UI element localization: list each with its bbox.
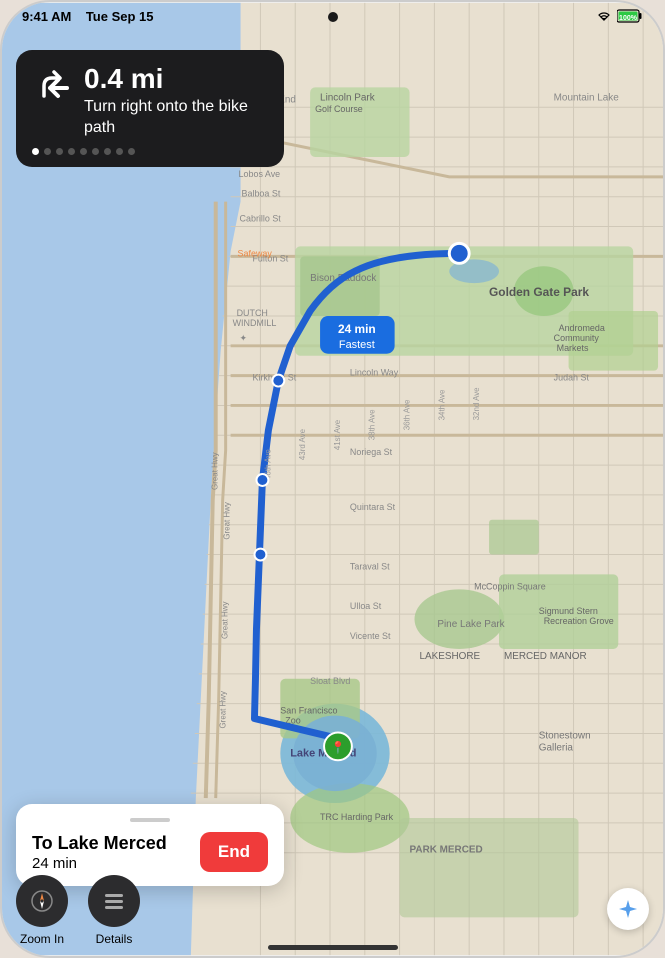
- svg-text:38th Ave: 38th Ave: [368, 409, 377, 440]
- svg-text:TRC Harding Park: TRC Harding Park: [320, 812, 394, 822]
- svg-text:Golden Gate Park: Golden Gate Park: [489, 285, 589, 299]
- destination-time: 24 min: [32, 855, 188, 872]
- bottom-handle: [130, 818, 170, 822]
- details-circle: [88, 875, 140, 927]
- navigation-card[interactable]: 0.4 mi Turn right onto the bike path: [16, 50, 284, 167]
- destination-info: To Lake Merced 24 min: [32, 833, 188, 872]
- svg-text:Andromeda: Andromeda: [559, 323, 605, 333]
- destination-row: To Lake Merced 24 min End: [32, 832, 268, 872]
- svg-text:Quintara St: Quintara St: [350, 502, 396, 512]
- svg-text:Golf Course: Golf Course: [315, 104, 363, 114]
- svg-text:Judah St: Judah St: [554, 373, 590, 383]
- svg-text:Balboa St: Balboa St: [242, 189, 281, 199]
- nav-dot-4: [68, 148, 75, 155]
- svg-text:41st Ave: 41st Ave: [333, 419, 342, 450]
- turn-arrow-icon: [32, 68, 72, 108]
- nav-text: 0.4 mi Turn right onto the bike path: [84, 64, 268, 138]
- svg-text:34th Ave: 34th Ave: [437, 389, 446, 420]
- wifi-icon: [596, 10, 612, 22]
- details-label: Details: [96, 932, 133, 946]
- svg-text:Taraval St: Taraval St: [350, 561, 390, 571]
- svg-text:36th Ave: 36th Ave: [403, 399, 412, 430]
- svg-text:Great Hwy: Great Hwy: [223, 502, 232, 540]
- svg-text:MERCED MANOR: MERCED MANOR: [504, 651, 587, 662]
- svg-text:PARK MERCED: PARK MERCED: [410, 845, 483, 856]
- svg-text:Sigmund Stern: Sigmund Stern: [539, 606, 598, 616]
- svg-text:Ulloa St: Ulloa St: [350, 601, 382, 611]
- svg-text:Community: Community: [554, 333, 600, 343]
- home-indicator: [268, 945, 398, 950]
- svg-text:Great Hwy: Great Hwy: [219, 691, 228, 729]
- bottom-controls: Zoom In Details: [16, 875, 140, 946]
- svg-text:Lobos Ave: Lobos Ave: [239, 169, 281, 179]
- status-time: 9:41 AM Tue Sep 15: [22, 9, 154, 24]
- svg-text:Great Hwy: Great Hwy: [221, 602, 230, 640]
- nav-dot-2: [44, 148, 51, 155]
- nav-dot-9: [128, 148, 135, 155]
- svg-text:LAKESHORE: LAKESHORE: [419, 651, 480, 662]
- svg-text:Safeway: Safeway: [238, 248, 273, 258]
- svg-text:Sloat Blvd: Sloat Blvd: [310, 676, 350, 686]
- svg-text:Stonestown: Stonestown: [539, 730, 591, 741]
- svg-text:Recreation Grove: Recreation Grove: [544, 616, 614, 626]
- svg-text:WINDMILL: WINDMILL: [233, 318, 277, 328]
- nav-dot-3: [56, 148, 63, 155]
- nav-instruction: Turn right onto the bike path: [84, 97, 268, 139]
- svg-text:Noriega St: Noriega St: [350, 447, 393, 457]
- svg-text:24 min: 24 min: [338, 322, 376, 336]
- svg-text:DUTCH: DUTCH: [237, 308, 268, 318]
- svg-text:Lincoln Way: Lincoln Way: [350, 368, 399, 378]
- status-bar: 9:41 AM Tue Sep 15 100%: [2, 2, 663, 30]
- svg-text:Galleria: Galleria: [539, 742, 574, 753]
- svg-text:McCoppin Square: McCoppin Square: [474, 581, 546, 591]
- svg-text:Markets: Markets: [557, 343, 589, 353]
- bottom-panel: To Lake Merced 24 min End: [16, 804, 284, 886]
- svg-text:Lincoln Park: Lincoln Park: [320, 92, 375, 103]
- end-button[interactable]: End: [200, 832, 268, 872]
- zoom-in-label: Zoom In: [20, 932, 64, 946]
- svg-text:43rd Ave: 43rd Ave: [298, 428, 307, 460]
- nav-dots: [32, 148, 268, 155]
- battery-icon: 100%: [617, 9, 643, 23]
- svg-text:San Francisco: San Francisco: [280, 706, 337, 716]
- nav-dot-8: [116, 148, 123, 155]
- zoom-in-circle: [16, 875, 68, 927]
- svg-text:100%: 100%: [619, 15, 638, 22]
- zoom-in-button[interactable]: Zoom In: [16, 875, 68, 946]
- nav-dot-1: [32, 148, 39, 155]
- nav-dot-5: [80, 148, 87, 155]
- svg-text:Fastest: Fastest: [339, 339, 375, 351]
- compass-icon: [30, 889, 54, 913]
- location-icon: [617, 898, 639, 920]
- details-button[interactable]: Details: [88, 875, 140, 946]
- status-right: 100%: [596, 9, 643, 23]
- device-frame: Lands End Lincoln Park Golf Course Mount…: [0, 0, 665, 958]
- svg-text:✦: ✦: [240, 333, 248, 343]
- svg-text:📍: 📍: [331, 740, 346, 754]
- nav-dot-7: [104, 148, 111, 155]
- destination-name: To Lake Merced: [32, 833, 188, 854]
- svg-text:Pine Lake Park: Pine Lake Park: [437, 619, 504, 630]
- nav-distance: 0.4 mi: [84, 64, 268, 95]
- list-icon: [101, 888, 127, 914]
- svg-text:Cabrillo St: Cabrillo St: [240, 214, 282, 224]
- svg-text:32nd Ave: 32nd Ave: [472, 387, 481, 421]
- location-button[interactable]: [607, 888, 649, 930]
- svg-text:Vicente St: Vicente St: [350, 631, 391, 641]
- svg-text:Mountain Lake: Mountain Lake: [554, 92, 620, 103]
- svg-text:Great Hwy: Great Hwy: [211, 452, 220, 490]
- nav-dot-6: [92, 148, 99, 155]
